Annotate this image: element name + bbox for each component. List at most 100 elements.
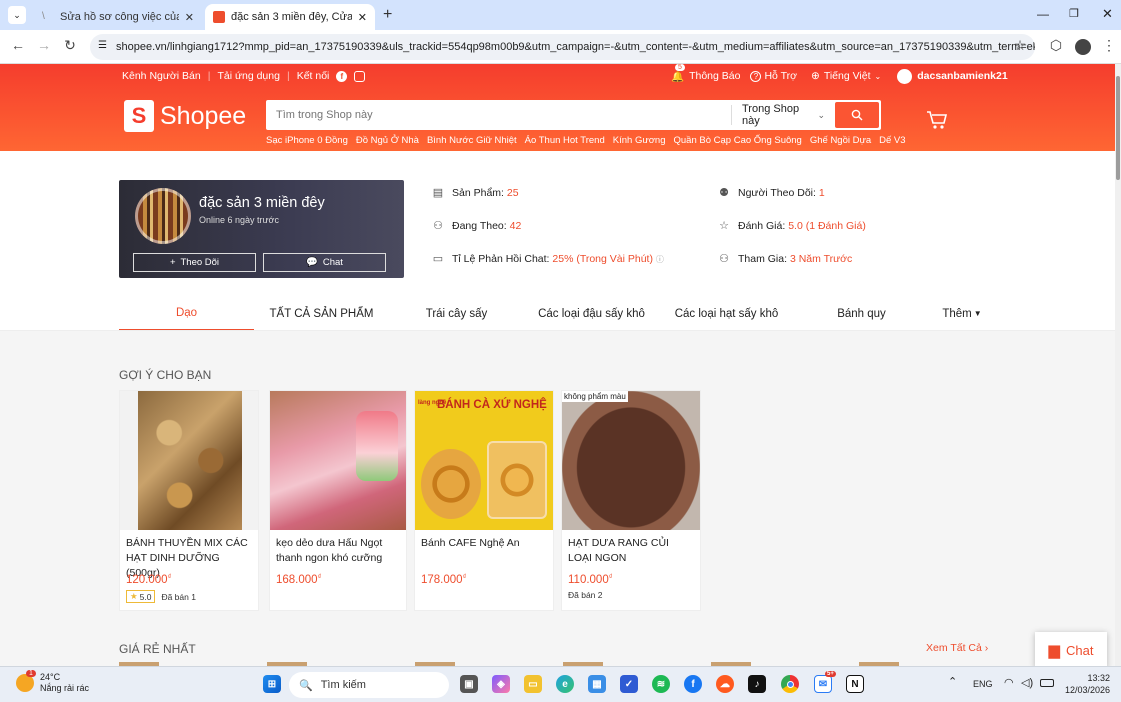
shopee-logo[interactable]: S Shopee <box>124 100 246 132</box>
download-app-link[interactable]: Tải ứng dụng <box>217 70 280 82</box>
divider: | <box>207 70 211 82</box>
tray-chevron-up-icon[interactable]: ⌃ <box>948 675 957 688</box>
file-explorer-icon[interactable]: ▭ <box>524 675 542 693</box>
notion-icon[interactable]: N <box>846 675 864 693</box>
suggestion-link[interactable]: Sạc iPhone 0 Đồng <box>266 135 348 146</box>
profile-avatar[interactable] <box>1075 39 1091 55</box>
tab-dao[interactable]: Dạo <box>119 296 254 331</box>
store-icon[interactable]: ▦ <box>588 675 606 693</box>
site-info-icon[interactable]: ☰ <box>98 40 107 51</box>
browser-tab-inactive[interactable]: \ Sửa hồ sơ công việc của Vương ✕ <box>34 4 202 30</box>
search-scope-select[interactable]: Trong Shop này ⌄ <box>731 103 835 127</box>
battery-icon[interactable] <box>1040 679 1054 687</box>
suggestion-link[interactable]: Bình Nước Giữ Nhiệt <box>427 135 517 146</box>
address-bar[interactable]: ☰ shopee.vn/linhgiang1712?mmp_pid=an_173… <box>90 34 1035 60</box>
tab-dried-beans[interactable]: Các loại đậu sấy khô <box>524 296 659 331</box>
chevron-down-icon: ⌄ <box>817 109 825 120</box>
reload-icon[interactable]: ↻ <box>60 37 80 54</box>
product-price: 110.000₫ <box>568 574 613 586</box>
tab-biscuits[interactable]: Bánh quy <box>794 296 929 331</box>
browser-tab-active[interactable]: đặc sản 3 miền đêy, Cửa hàng t ✕ <box>205 4 375 30</box>
suggestion-link[interactable]: Áo Thun Hot Trend <box>525 135 605 146</box>
stat-label: Tỉ Lệ Phản Hồi Chat: <box>452 252 550 265</box>
clock[interactable]: 13:32 12/03/2026 <box>1064 672 1110 696</box>
edge-icon[interactable]: e <box>556 675 574 693</box>
support-link[interactable]: Hỗ Trợ <box>764 70 797 82</box>
close-tab-icon[interactable]: ✕ <box>358 11 367 24</box>
shop-avatar[interactable] <box>135 188 191 244</box>
tab-more[interactable]: Thêm ▼ <box>929 296 995 331</box>
stat-label: Người Theo Dõi: <box>738 186 816 199</box>
follow-button[interactable]: + Theo Dõi <box>133 253 256 272</box>
bell-icon[interactable]: 🔔 5 <box>671 63 685 83</box>
back-icon[interactable]: ← <box>8 37 28 53</box>
shop-name: đặc sản 3 miền đêy <box>199 195 325 211</box>
product-card[interactable]: làng nghề BÁNH CÀ XỨ NGHỆ Bánh CAFE Nghệ… <box>414 390 554 611</box>
suggestion-link[interactable]: Dế V3 <box>879 135 905 146</box>
taskbar-search[interactable]: 🔍 Tìm kiếm <box>289 672 449 698</box>
windows-start-icon[interactable]: ⊞ <box>263 675 281 693</box>
cart-icon[interactable] <box>926 110 948 136</box>
facebook-app-icon[interactable]: f <box>684 675 702 693</box>
tab-dried-nuts[interactable]: Các loại hạt sấy khô <box>659 296 794 331</box>
seller-channel-link[interactable]: Kênh Người Bán <box>122 70 201 82</box>
chrome-icon[interactable] <box>781 675 799 693</box>
stat-value: 25% (Trong Vài Phút) <box>552 252 653 265</box>
input-language[interactable]: ENG <box>973 679 993 689</box>
sold-count: Đã bán 2 <box>568 590 603 600</box>
instagram-icon[interactable] <box>354 70 366 82</box>
task-view-icon[interactable]: ▣ <box>460 675 478 693</box>
weather-widget[interactable]: 1 24°C Nắng rải rác <box>16 670 89 694</box>
volume-icon[interactable]: ◁) <box>1021 676 1033 689</box>
minimize-icon[interactable]: — <box>1037 7 1049 21</box>
chat-float-button[interactable]: ▆ Chat <box>1035 632 1107 668</box>
info-icon[interactable]: ⓘ <box>656 255 664 264</box>
cloud-app-icon[interactable]: ☁ <box>716 675 734 693</box>
facebook-icon[interactable]: f <box>336 70 348 82</box>
chat-button[interactable]: 💬 Chat <box>263 253 386 272</box>
language-select[interactable]: Tiếng Việt <box>824 70 871 82</box>
forward-icon[interactable]: → <box>34 37 54 53</box>
globe-icon[interactable]: ⊕ <box>811 70 820 82</box>
see-all-link[interactable]: Xem Tất Cả › <box>926 642 988 654</box>
user-avatar[interactable] <box>897 68 913 84</box>
stat-label: Đang Theo: <box>452 219 507 232</box>
tiktok-icon[interactable]: ♪ <box>748 675 766 693</box>
suggestion-link[interactable]: Kính Gương <box>613 135 666 146</box>
new-tab-button[interactable]: + <box>383 6 392 24</box>
menu-icon[interactable]: ⋮ <box>1099 37 1119 54</box>
wifi-icon[interactable]: ◠ <box>1004 676 1014 689</box>
close-tab-icon[interactable]: ✕ <box>185 11 194 24</box>
suggestion-link[interactable]: Ghế Ngồi Dựa <box>810 135 871 146</box>
search-button[interactable] <box>835 102 879 128</box>
tab-list-button[interactable]: ⌄ <box>8 6 26 24</box>
copilot-icon[interactable]: ◈ <box>492 675 510 693</box>
messenger-icon[interactable]: ✉ 5+ <box>814 671 836 693</box>
close-window-icon[interactable]: ✕ <box>1102 6 1113 22</box>
product-card[interactable]: không phẩm màu HẠT DƯA RANG CỦI LOẠI NGO… <box>561 390 701 611</box>
divider <box>0 330 1115 331</box>
search-input[interactable] <box>266 109 731 121</box>
stat-value: 5.0 (1 Đánh Giá) <box>788 219 866 232</box>
suggestion-link[interactable]: Quần Bò Cạp Cao Ống Suông <box>674 135 802 146</box>
product-card[interactable]: kẹo dẻo dưa Hấu Ngọt thanh ngon khó cưỡn… <box>269 390 407 611</box>
bookmark-star-icon[interactable]: ☆ <box>1010 37 1030 54</box>
product-card[interactable]: BÁNH THUYỀN MIX CÁC HẠT DINH DƯỠNG (500g… <box>119 390 259 611</box>
spotify-icon[interactable]: ≋ <box>652 675 670 693</box>
notifications-link[interactable]: Thông Báo <box>689 70 740 82</box>
help-icon[interactable]: ? <box>750 70 762 82</box>
shop-card: đặc sản 3 miền đêy Online 6 ngày trước +… <box>119 180 404 278</box>
tab-dried-fruit[interactable]: Trái cây sấy <box>389 296 524 331</box>
stat-following: ⚇ Đang Theo: 42 <box>432 219 521 233</box>
product-meta: Đã bán 2 <box>562 586 700 604</box>
windows-taskbar: 1 24°C Nắng rải rác ⊞ 🔍 Tìm kiếm ▣ ◈ ▭ e… <box>0 666 1121 702</box>
maximize-icon[interactable]: ❐ <box>1069 7 1079 20</box>
app-icon[interactable]: ✓ <box>620 675 638 693</box>
extensions-icon[interactable]: ⬡ <box>1046 37 1066 54</box>
tab-title: đặc sản 3 miền đêy, Cửa hàng t <box>231 11 352 23</box>
product-image: làng nghề BÁNH CÀ XỨ NGHỆ <box>415 391 553 530</box>
username[interactable]: dacsanbamienk21 <box>917 70 1007 82</box>
scrollbar-thumb[interactable] <box>1116 76 1120 180</box>
tab-all-products[interactable]: TẤT CẢ SẢN PHẨM <box>254 296 389 331</box>
suggestion-link[interactable]: Đồ Ngủ Ở Nhà <box>356 135 419 146</box>
